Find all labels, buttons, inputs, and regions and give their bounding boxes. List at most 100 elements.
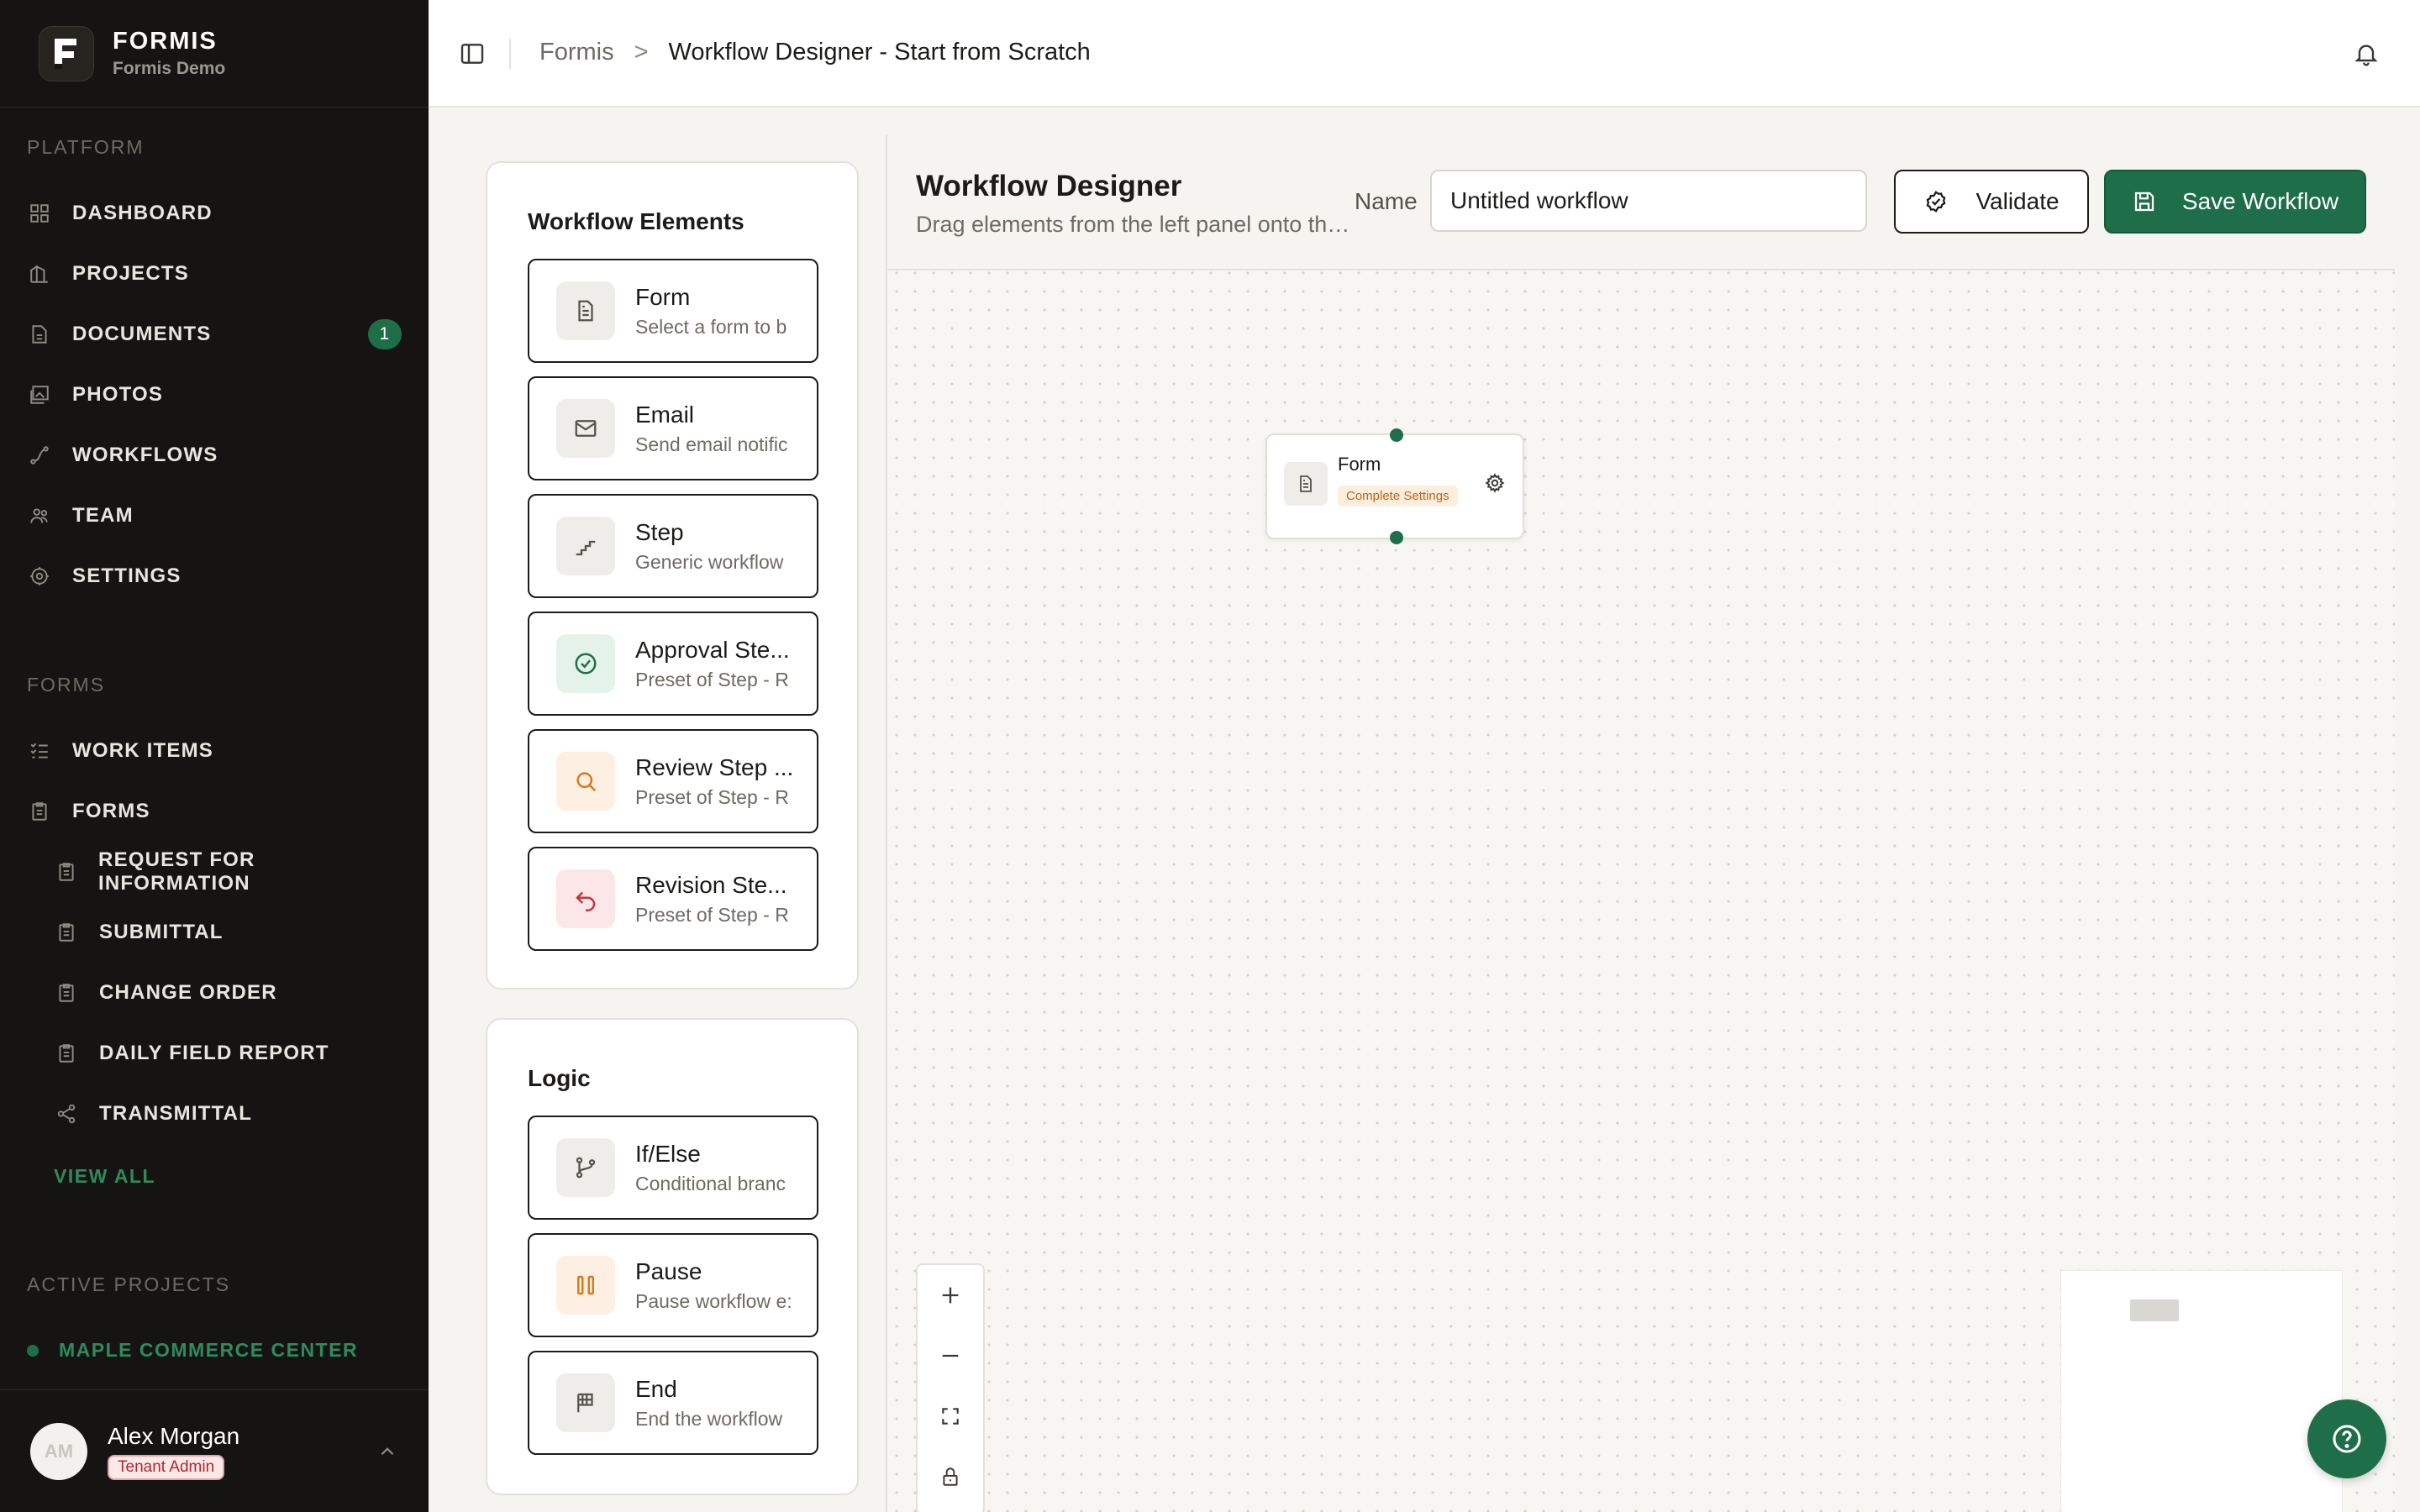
element-title: Step (635, 518, 684, 545)
brand[interactable]: FORMIS Formis Demo (0, 0, 429, 108)
nav-item-team[interactable]: TEAM (27, 496, 403, 536)
form-icon (1284, 462, 1328, 506)
nav-label: PHOTOS (72, 383, 164, 406)
node-input-handle[interactable] (1390, 428, 1403, 442)
clipboard-icon (27, 799, 52, 824)
breadcrumb-root[interactable]: Formis (539, 39, 614, 66)
element-title: Review Step ... (635, 753, 794, 780)
element-desc: End the workflow (635, 1407, 783, 1430)
nav-item-forms[interactable]: FORMS (27, 791, 403, 832)
nav-item-workflows[interactable]: WORKFLOWS (27, 435, 403, 475)
lock-button[interactable] (918, 1446, 983, 1507)
check-circle-icon (556, 634, 615, 693)
element-desc: Pause workflow e: (635, 1289, 792, 1312)
topbar: Formis > Workflow Designer - Start from … (429, 0, 2420, 108)
element-card-review-step[interactable]: Review Step ... Preset of Step - R (528, 729, 818, 833)
search-icon (556, 752, 615, 811)
node-status-badge: Complete Settings (1338, 486, 1458, 507)
lock-icon (939, 1466, 961, 1488)
node-output-handle[interactable] (1390, 531, 1403, 544)
nav-label: SUBMITTAL (99, 921, 224, 943)
nav-label: DAILY FIELD REPORT (99, 1042, 329, 1064)
undo-icon (556, 869, 615, 928)
dashboard-icon (27, 201, 52, 226)
gear-icon[interactable] (1484, 472, 1506, 494)
element-card-approval-step[interactable]: Approval Ste... Preset of Step - R (528, 612, 818, 716)
element-card-step[interactable]: Step Generic workflow (528, 494, 818, 598)
divider (509, 39, 511, 69)
nav-item-change-order[interactable]: CHANGE ORDER (54, 973, 403, 1013)
user-menu[interactable]: AM Alex Morgan Tenant Admin (0, 1389, 429, 1512)
nav-item-transmittal[interactable]: TRANSMITTAL (54, 1094, 403, 1134)
view-all-link[interactable]: VIEW ALL (54, 1165, 155, 1188)
breadcrumb: Formis > Workflow Designer - Start from … (539, 39, 1091, 66)
zoom-out-button[interactable] (918, 1326, 983, 1386)
element-desc: Preset of Step - R (635, 785, 789, 808)
element-desc: Generic workflow (635, 550, 784, 573)
sidebar-toggle-icon[interactable] (459, 40, 486, 67)
fit-view-button[interactable] (918, 1386, 983, 1446)
nav-item-daily-field-report[interactable]: DAILY FIELD REPORT (54, 1033, 403, 1074)
stairs-icon (556, 517, 615, 575)
chevron-up-icon[interactable] (376, 1441, 398, 1462)
element-card-form[interactable]: Form Select a form to b (528, 259, 818, 363)
nav-item-projects[interactable]: PROJECTS (27, 254, 403, 294)
element-card-if-else[interactable]: If/Else Conditional branc (528, 1116, 818, 1220)
help-button[interactable] (2307, 1399, 2386, 1478)
nav-item-dashboard[interactable]: DASHBOARD (27, 193, 403, 234)
nav-item-settings[interactable]: SETTINGS (27, 556, 403, 596)
section-label-platform: PLATFORM (27, 136, 145, 158)
designer-header: Workflow Designer Drag elements from the… (887, 134, 2395, 270)
nav-item-request-for-information[interactable]: REQUEST FOR INFORMATION (54, 848, 403, 895)
help-icon (2330, 1422, 2364, 1456)
logic-panel: Logic If/Else Conditional branc Pause Paus… (486, 1018, 859, 1495)
form-icon (556, 281, 615, 340)
nav-item-submittal[interactable]: SUBMITTAL (54, 912, 403, 953)
sidebar: FORMIS Formis Demo PLATFORM DASHBOARD PR… (0, 0, 429, 1512)
pause-icon (556, 1256, 615, 1315)
nav-item-documents[interactable]: DOCUMENTS 1 (27, 314, 403, 354)
brand-name: FORMIS (113, 28, 218, 55)
bell-icon[interactable] (2353, 40, 2380, 67)
node-title: Form (1338, 454, 1381, 475)
workflow-icon (27, 443, 52, 468)
badge-check-icon (1923, 189, 1949, 214)
minimap[interactable] (2060, 1270, 2343, 1512)
zoom-controls (916, 1263, 985, 1512)
workflow-canvas[interactable]: Workflow Designer Drag elements from the… (886, 134, 2395, 1512)
element-card-end[interactable]: End End the workflow (528, 1351, 818, 1455)
fit-view-icon (939, 1405, 961, 1427)
breadcrumb-current: Workflow Designer - Start from Scratch (668, 39, 1091, 66)
save-label: Save Workflow (2181, 188, 2339, 214)
element-card-email[interactable]: Email Send email notific (528, 376, 818, 480)
nav-item-work-items[interactable]: WORK ITEMS (27, 731, 403, 771)
plus-icon (939, 1284, 962, 1307)
branch-icon (556, 1138, 615, 1197)
nav-label: DOCUMENTS (72, 323, 212, 345)
element-card-pause[interactable]: Pause Pause workflow e: (528, 1233, 818, 1337)
document-icon (27, 322, 52, 347)
element-desc: Send email notific (635, 433, 788, 455)
workflow-elements-panel: Workflow Elements Form Select a form to b… (486, 161, 859, 990)
clipboard-icon (54, 920, 79, 945)
clipboard-icon (54, 859, 78, 885)
clipboard-icon (54, 980, 79, 1005)
element-card-revision-step[interactable]: Revision Ste... Preset of Step - R (528, 847, 818, 951)
minus-icon (939, 1344, 962, 1368)
validate-button[interactable]: Validate (1894, 170, 2089, 234)
workflow-node-form[interactable]: Form Complete Settings (1265, 428, 1524, 544)
save-workflow-button[interactable]: Save Workflow (2104, 170, 2366, 234)
list-checks-icon (27, 738, 52, 764)
role-badge: Tenant Admin (108, 1454, 225, 1480)
active-project-item[interactable]: MAPLE COMMERCE CENTER (27, 1339, 358, 1362)
project-label: MAPLE COMMERCE CENTER (59, 1339, 359, 1361)
zoom-in-button[interactable] (918, 1265, 983, 1326)
nav-item-photos[interactable]: PHOTOS (27, 375, 403, 415)
nav-label: CHANGE ORDER (99, 981, 277, 1004)
element-desc: Preset of Step - R (635, 668, 789, 690)
workflow-name-input[interactable] (1430, 170, 1867, 232)
nav-label: PROJECTS (72, 262, 189, 285)
nav-label: WORK ITEMS (72, 739, 213, 762)
clipboard-icon (54, 1041, 79, 1066)
element-title: Form (635, 283, 691, 310)
